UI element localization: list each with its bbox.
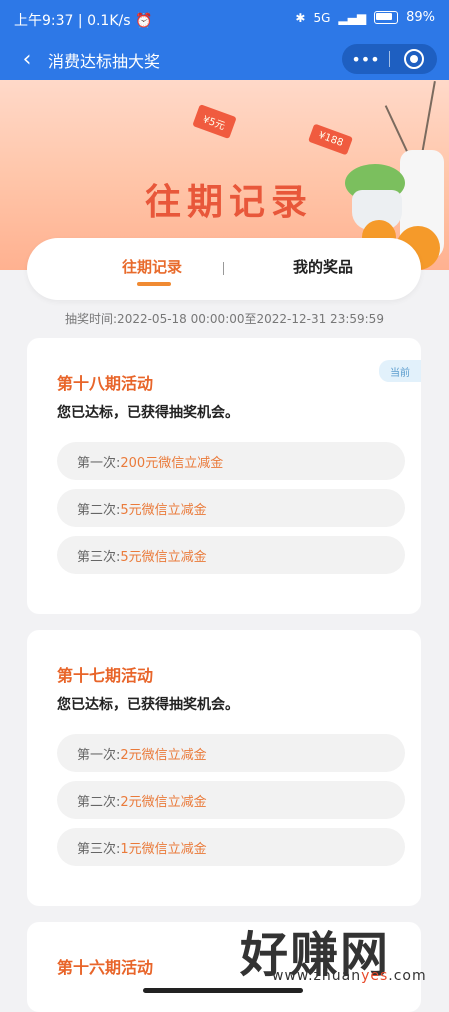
status-time: 上午9:37 | 0.1K/s ⏰	[14, 13, 153, 29]
prize-value: 1元微信立减金	[120, 841, 207, 857]
prize-row: 第二次: 5元微信立减金	[57, 489, 405, 527]
prize-row: 第三次: 5元微信立减金	[57, 536, 405, 574]
battery-level: 89%	[406, 10, 435, 25]
prize-value: 5元微信立减金	[120, 549, 207, 565]
branch-decoration	[420, 81, 436, 161]
prize-label: 第三次:	[77, 549, 121, 565]
prize-label: 第二次:	[77, 794, 121, 810]
target-icon	[403, 49, 424, 69]
prize-label: 第二次:	[77, 502, 121, 518]
prize-label: 第一次:	[77, 747, 121, 763]
status-right: ✱ 5G ▂▄▆ 89%	[295, 10, 435, 25]
current-badge: 当前	[379, 360, 421, 382]
activity-title: 第十八期活动	[57, 374, 154, 393]
prize-value: 2元微信立减金	[120, 747, 207, 763]
prize-label: 第一次:	[77, 455, 121, 471]
home-indicator[interactable]	[143, 988, 303, 993]
back-button[interactable]: ‹	[12, 45, 42, 73]
signal-bars-icon: ▂▄▆	[338, 10, 367, 25]
prize-value: 2元微信立减金	[120, 794, 207, 810]
activity-card: 第十七期活动 您已达标，已获得抽奖机会。 第一次: 2元微信立减金 第二次: 2…	[27, 630, 421, 906]
chevron-left-icon: ‹	[22, 46, 32, 72]
prize-row: 第一次: 2元微信立减金	[57, 734, 405, 772]
draw-time-range: 抽奖时间:2022-05-18 00:00:00至2022-12-31 23:5…	[65, 312, 384, 326]
tab-active-indicator	[137, 282, 171, 286]
prize-row: 第二次: 2元微信立减金	[57, 781, 405, 819]
tab-divider	[223, 262, 224, 275]
banner-title: 往期记录	[145, 182, 314, 223]
close-button[interactable]	[390, 49, 437, 69]
tab-bar: 往期记录 我的奖品	[27, 238, 421, 300]
activity-title: 第十六期活动	[57, 958, 154, 977]
prize-value: 200元微信立减金	[120, 455, 224, 471]
tab-my-prizes[interactable]: 我的奖品	[293, 256, 353, 277]
bluetooth-icon: ✱	[295, 10, 306, 25]
activity-status: 您已达标，已获得抽奖机会。	[57, 697, 239, 713]
signal-label: 5G	[313, 10, 331, 25]
prize-value: 5元微信立减金	[120, 502, 207, 518]
more-button[interactable]: •••	[342, 50, 389, 69]
coupon-ticket-left: ¥5元	[192, 104, 237, 139]
coupon-ticket-right: ¥188	[308, 123, 354, 156]
prize-row: 第三次: 1元微信立减金	[57, 828, 405, 866]
top-bar: 上午9:37 | 0.1K/s ⏰ ✱ 5G ▂▄▆ 89% ‹ 消费达标抽大奖…	[0, 0, 449, 80]
mini-program-capsule: •••	[342, 44, 437, 74]
activity-card: 当前 第十八期活动 您已达标，已获得抽奖机会。 第一次: 200元微信立减金 第…	[27, 338, 421, 614]
watermark-url: www.zhuanyes.com	[272, 968, 427, 984]
tab-history[interactable]: 往期记录	[122, 256, 182, 277]
prize-label: 第三次:	[77, 841, 121, 857]
battery-icon	[374, 11, 399, 24]
nav-bar: ‹ 消费达标抽大奖 •••	[0, 38, 449, 80]
activity-status: 您已达标，已获得抽奖机会。	[57, 405, 239, 421]
activity-title: 第十七期活动	[57, 666, 154, 685]
page-title: 消费达标抽大奖	[48, 52, 161, 71]
status-bar: 上午9:37 | 0.1K/s ⏰ ✱ 5G ▂▄▆ 89%	[0, 0, 449, 38]
alarm-icon: ⏰	[134, 13, 153, 29]
prize-row: 第一次: 200元微信立减金	[57, 442, 405, 480]
